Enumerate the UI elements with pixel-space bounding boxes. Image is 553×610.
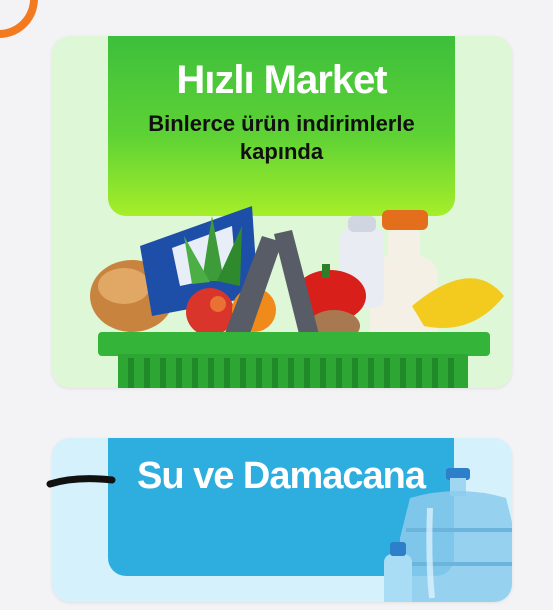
market-subtitle: Binlerce ürün indirimlerle kapında	[148, 111, 415, 164]
grocery-basket-image	[52, 186, 512, 388]
water-category-card[interactable]: Su ve Damacana	[52, 438, 512, 602]
market-title: Hızlı Market	[176, 58, 387, 102]
market-category-card[interactable]: Hızlı Market Binlerce ürün indirimlerle …	[52, 36, 512, 388]
water-jug-image	[370, 468, 512, 602]
scribble-mark	[46, 475, 116, 488]
orange-corner-accent	[0, 0, 45, 45]
